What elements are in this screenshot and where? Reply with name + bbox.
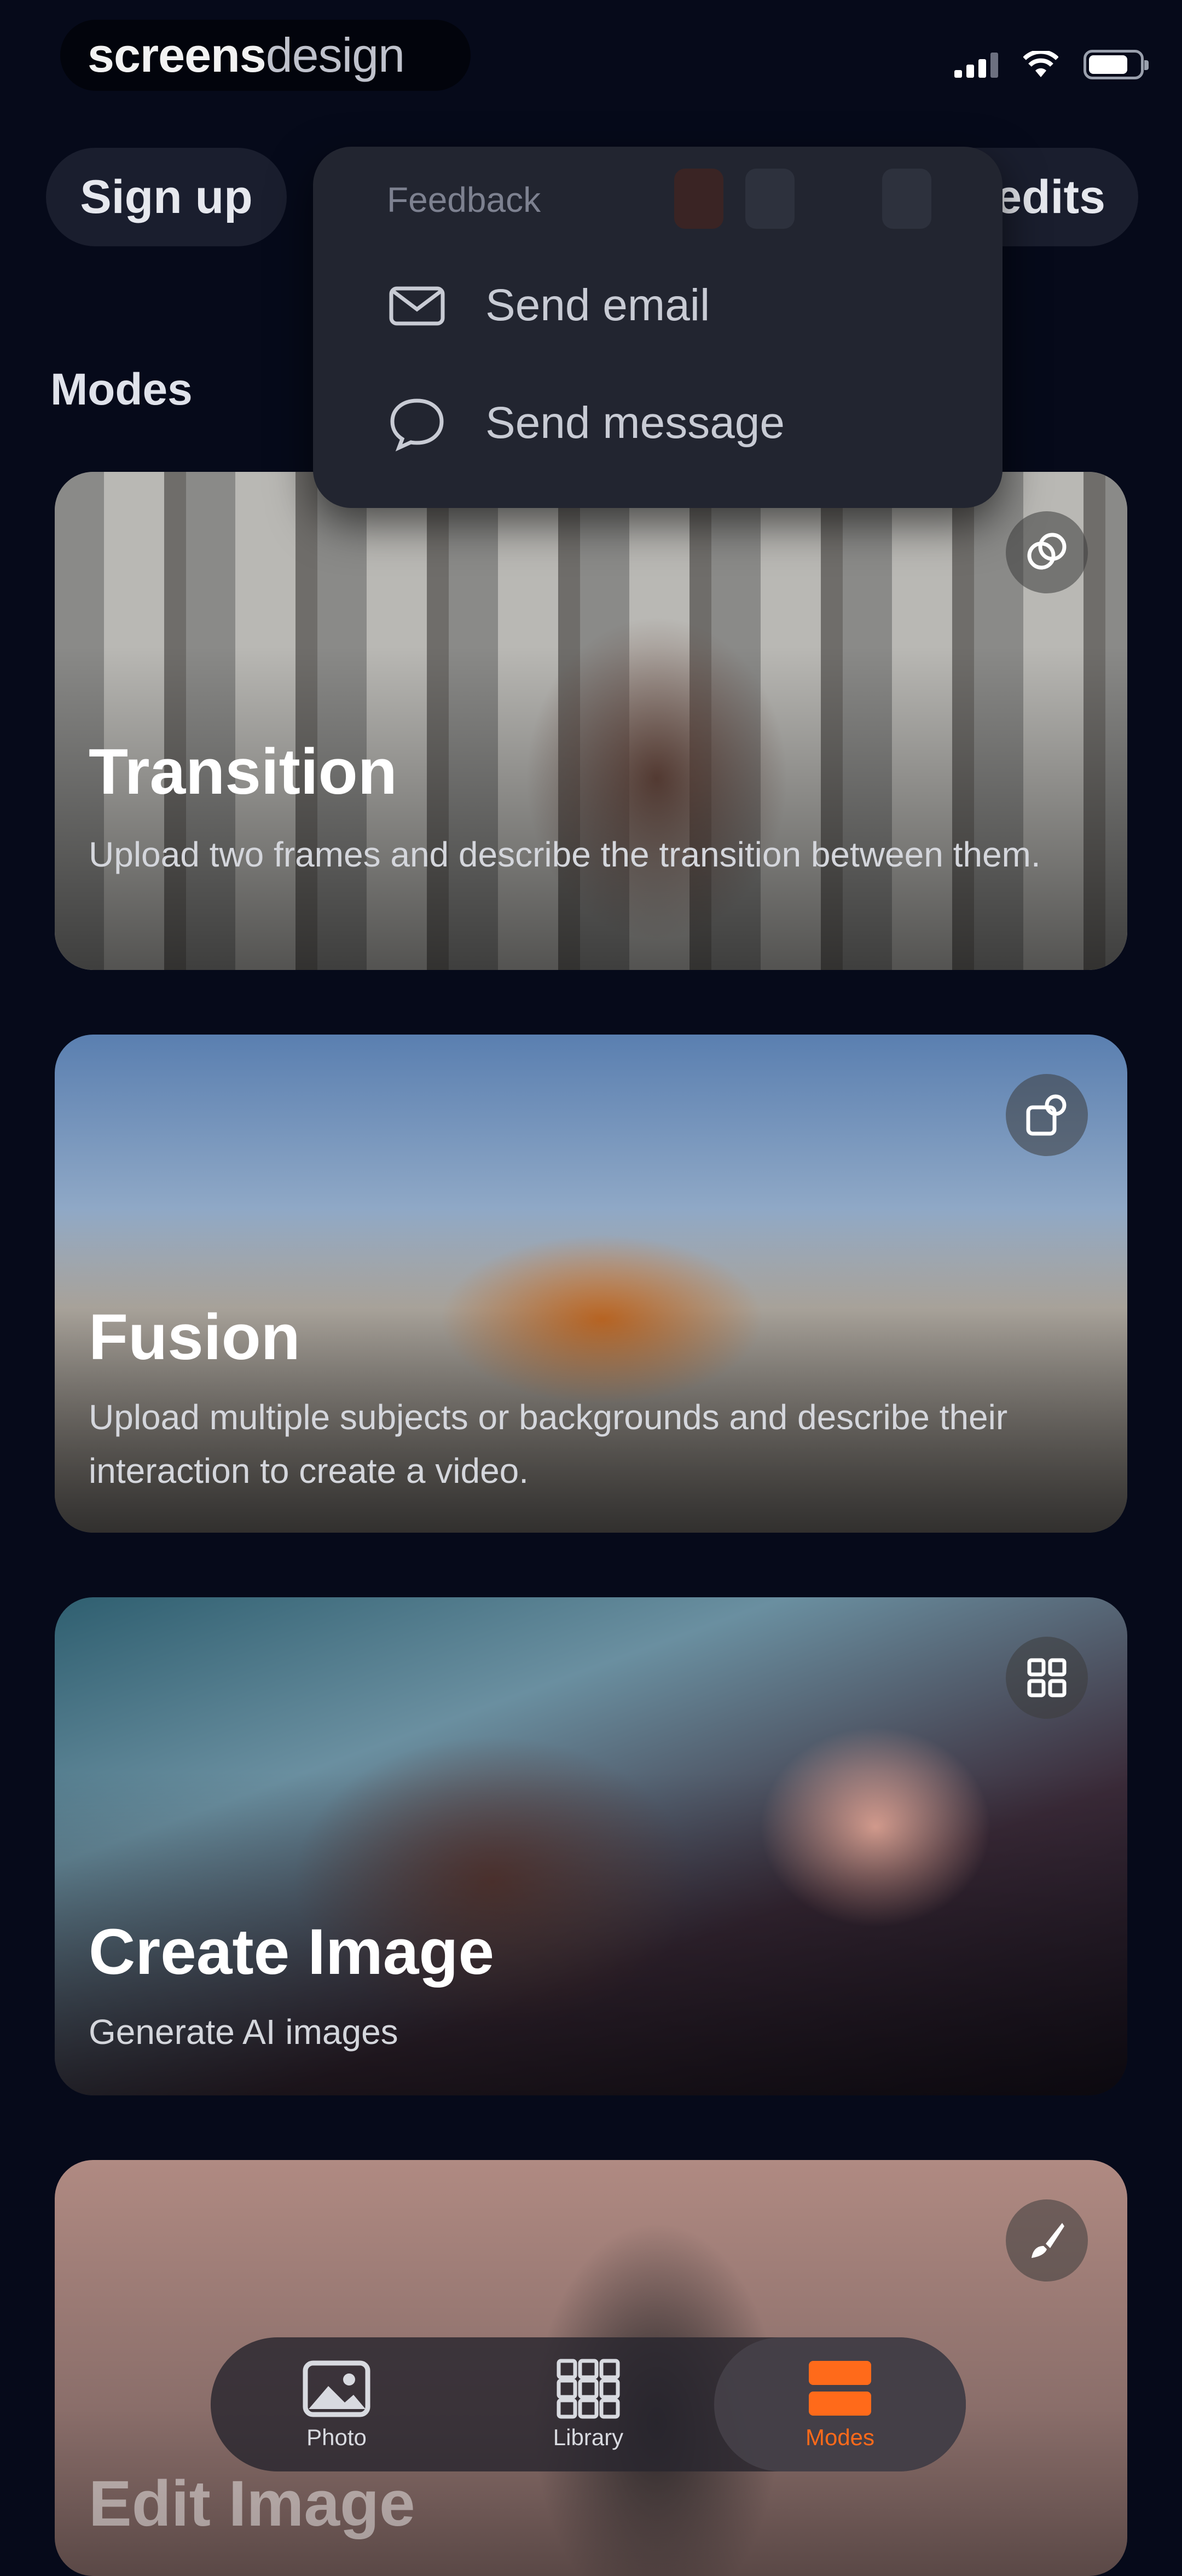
battery-icon [1084, 50, 1149, 79]
feedback-menu-title: Feedback [387, 180, 541, 220]
mode-card-title: Transition [89, 736, 397, 808]
share-icon[interactable] [745, 169, 795, 229]
record-icon[interactable] [674, 169, 723, 229]
send-message-label: Send message [485, 398, 785, 448]
feedback-menu: Feedback Send email Send message [313, 147, 1003, 508]
mode-card-transition[interactable]: Transition Upload two frames and describ… [55, 472, 1127, 970]
mode-card-fusion[interactable]: Fusion Upload multiple subjects or backg… [55, 1035, 1127, 1533]
bottom-tab-bar: Photo Library Modes [211, 2337, 966, 2471]
mode-card-title: Fusion [89, 1301, 300, 1373]
tab-label: Photo [306, 2424, 367, 2450]
send-message-item[interactable]: Send message [387, 393, 785, 453]
mode-card-create-image[interactable]: Create Image Generate AI images [55, 1597, 1127, 2095]
cellular-signal-icon [954, 51, 998, 78]
tab-modes[interactable]: Modes [714, 2337, 966, 2471]
tab-library[interactable]: Library [462, 2337, 714, 2471]
mode-card-description: Generate AI images [89, 2012, 398, 2052]
tab-photo[interactable]: Photo [211, 2337, 462, 2471]
image-grid-icon [1006, 1637, 1088, 1719]
mode-card-title: Create Image [89, 1916, 495, 1988]
wifi-icon [1023, 51, 1058, 77]
modes-section-title: Modes [50, 365, 193, 414]
grid-icon [550, 2359, 627, 2419]
photo-icon [298, 2359, 375, 2419]
transition-icon [1006, 511, 1088, 593]
send-email-label: Send email [485, 280, 710, 330]
watermark-part2: design [265, 28, 405, 82]
fusion-icon [1006, 1074, 1088, 1156]
modes-icon [802, 2359, 878, 2419]
send-email-item[interactable]: Send email [387, 275, 710, 336]
sign-up-button[interactable]: Sign up [46, 148, 287, 246]
status-bar [954, 48, 1149, 81]
brush-icon [1006, 2199, 1088, 2282]
mode-card-title: Edit Image [89, 2468, 415, 2540]
mail-icon [389, 286, 445, 326]
mode-card-description: Upload two frames and describe the trans… [89, 835, 1041, 874]
tab-label: Library [553, 2424, 624, 2450]
watermark-part1: screens [88, 28, 266, 82]
tab-label: Modes [805, 2424, 875, 2450]
mode-card-description: Upload multiple subjects or backgrounds … [89, 1397, 1008, 1491]
watermark: screens design [60, 20, 471, 91]
more-icon[interactable] [882, 169, 931, 229]
chat-bubble-icon [390, 398, 444, 452]
